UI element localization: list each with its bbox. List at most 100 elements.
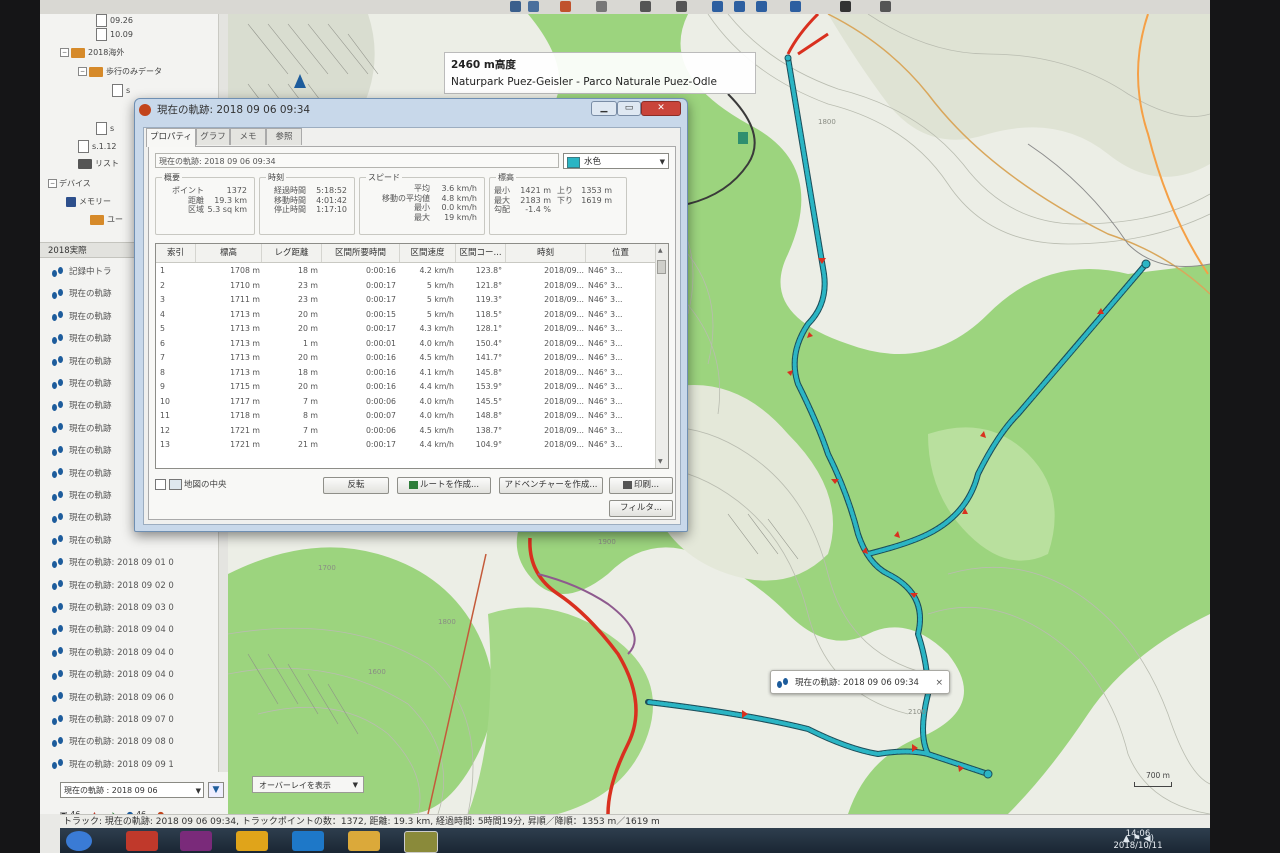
folder-icon[interactable] bbox=[348, 831, 380, 851]
clock[interactable]: 14:06 2018/10/11 bbox=[1108, 828, 1168, 852]
track-endpoint[interactable] bbox=[1141, 259, 1151, 269]
tree-item[interactable]: リスト bbox=[78, 158, 119, 172]
track-list-item[interactable]: 現在の軌跡: 2018 09 03 0 bbox=[52, 598, 174, 618]
track-list-item[interactable]: 現在の軌跡 bbox=[52, 284, 112, 304]
toolbar-tool-icon[interactable] bbox=[528, 1, 539, 12]
track-list-item[interactable]: 現在の軌跡 bbox=[52, 508, 112, 528]
column-header[interactable]: 時刻 bbox=[506, 244, 586, 262]
table-row[interactable]: 2 1710 m 23 m 0:00:17 5 km/h 121.8° 2018/09...… bbox=[156, 279, 656, 294]
tree-folder[interactable]: −2018海外 bbox=[60, 47, 124, 61]
tree-folder[interactable]: − 歩行のみデータ bbox=[78, 66, 162, 80]
column-header[interactable]: 標高 bbox=[196, 244, 262, 262]
table-row[interactable]: 7 1713 m 20 m 0:00:16 4.5 km/h 141.7° 2018/09.… bbox=[156, 351, 656, 366]
table-row[interactable]: 4 1713 m 20 m 0:00:15 5 km/h 118.5° 2018/09...… bbox=[156, 308, 656, 323]
toolbar-tool-icon[interactable] bbox=[880, 1, 891, 12]
toolbar-tool-icon[interactable] bbox=[840, 1, 851, 12]
track-list-item[interactable]: 現在の軌跡: 2018 09 08 0 bbox=[52, 732, 174, 752]
table-row[interactable]: 1 1708 m 18 m 0:00:16 4.2 km/h 123.8° 2018/09.… bbox=[156, 264, 656, 279]
track-list-item[interactable]: 記録中トラ bbox=[52, 262, 112, 282]
track-list-item[interactable]: 現在の軌跡 bbox=[52, 352, 112, 372]
toolbar-tool-icon[interactable] bbox=[510, 1, 521, 12]
tree-folder[interactable]: ユー bbox=[90, 214, 123, 228]
toolbar-tool-icon[interactable] bbox=[560, 1, 571, 12]
track-list-item[interactable]: 現在の軌跡 bbox=[52, 441, 112, 461]
tab-properties[interactable]: プロパティ bbox=[146, 128, 196, 147]
start-button-icon[interactable] bbox=[66, 831, 92, 851]
tree-item[interactable]: s bbox=[96, 122, 114, 136]
close-button[interactable]: ✕ bbox=[641, 101, 681, 116]
table-row[interactable]: 9 1715 m 20 m 0:00:16 4.4 km/h 153.9° 2018/09.… bbox=[156, 380, 656, 395]
print-button[interactable]: 印刷... bbox=[609, 477, 673, 494]
tree-item[interactable]: 10.09 bbox=[96, 28, 133, 42]
browser-icon[interactable] bbox=[292, 831, 324, 851]
column-header[interactable]: レグ距離 bbox=[262, 244, 322, 262]
collapse-icon[interactable]: − bbox=[48, 179, 57, 188]
tree-device[interactable]: メモリー bbox=[66, 196, 111, 210]
track-name-field[interactable]: 現在の軌跡: 2018 09 06 09:34 bbox=[155, 153, 559, 168]
track-list-item[interactable]: 現在の軌跡: 2018 09 06 0 bbox=[52, 688, 174, 708]
track-list-item[interactable]: 現在の軌跡 bbox=[52, 531, 112, 551]
column-header[interactable]: 区間コー... bbox=[456, 244, 506, 262]
reverse-button[interactable]: 反転 bbox=[323, 477, 389, 494]
column-header[interactable]: 区間速度 bbox=[400, 244, 456, 262]
collapse-icon[interactable]: − bbox=[60, 48, 69, 57]
track-list-item[interactable]: 現在の軌跡: 2018 09 07 0 bbox=[52, 710, 174, 730]
maximize-button[interactable]: ▭ bbox=[617, 101, 641, 116]
toolbar-tool-icon[interactable] bbox=[734, 1, 745, 12]
track-list-item[interactable]: 現在の軌跡: 2018 09 04 0 bbox=[52, 643, 174, 663]
track-list-item[interactable]: 現在の軌跡: 2018 09 04 0 bbox=[52, 620, 174, 640]
filter-button[interactable]: ▼ bbox=[208, 782, 224, 798]
tree-item[interactable]: s.1.12 bbox=[78, 140, 117, 154]
table-row[interactable]: 13 1721 m 21 m 0:00:17 4.4 km/h 104.9° 2018/09… bbox=[156, 438, 656, 453]
table-row[interactable]: 8 1713 m 18 m 0:00:16 4.1 km/h 145.8° 2018/09.… bbox=[156, 366, 656, 381]
filter-button[interactable]: フィルタ... bbox=[609, 500, 673, 517]
poi-marker-icon[interactable] bbox=[738, 132, 748, 144]
toolbar-tool-icon[interactable] bbox=[676, 1, 687, 12]
track-color-select[interactable]: 水色 ▼ bbox=[563, 153, 669, 169]
tree-item[interactable]: s bbox=[112, 84, 130, 98]
show-overlay-button[interactable]: オーバーレイを表示 ▼ bbox=[252, 776, 364, 793]
toolbar-tool-icon[interactable] bbox=[790, 1, 801, 12]
tree-section-devices[interactable]: − デバイス bbox=[48, 178, 91, 192]
column-header[interactable]: 索引 bbox=[156, 244, 196, 262]
table-row[interactable]: 10 1717 m 7 m 0:00:06 4.0 km/h 145.5° 2018/09.… bbox=[156, 395, 656, 410]
track-list-item[interactable]: 現在の軌跡 bbox=[52, 329, 112, 349]
track-list-item[interactable]: 現在の軌跡 bbox=[52, 307, 112, 327]
track-list-item[interactable]: 現在の軌跡: 2018 09 09 1 bbox=[52, 755, 174, 775]
track-list-item[interactable]: 現在の軌跡 bbox=[52, 486, 112, 506]
track-endpoint[interactable] bbox=[784, 54, 792, 62]
checkbox[interactable] bbox=[155, 479, 166, 490]
table-row[interactable]: 6 1713 m 1 m 0:00:01 4.0 km/h 150.4° 2018/09..… bbox=[156, 337, 656, 352]
table-row[interactable]: 11 1718 m 8 m 0:00:07 4.0 km/h 148.8° 2018/09.… bbox=[156, 409, 656, 424]
table-scrollbar[interactable]: ▲ ▼ bbox=[655, 244, 668, 468]
create-adventure-button[interactable]: アドベンチャーを作成... bbox=[499, 477, 603, 494]
column-header[interactable]: 区間所要時間 bbox=[322, 244, 400, 262]
track-list-item[interactable]: 現在の軌跡 bbox=[52, 374, 112, 394]
table-row[interactable]: 12 1721 m 7 m 0:00:06 4.5 km/h 138.7° 2018/09.… bbox=[156, 424, 656, 439]
track-list-item[interactable]: 現在の軌跡 bbox=[52, 419, 112, 439]
track-info-popup[interactable]: 現在の軌跡: 2018 09 06 09:34 × bbox=[770, 670, 950, 694]
basecamp-icon[interactable] bbox=[404, 831, 438, 853]
tab-reference[interactable]: 参照 bbox=[266, 128, 302, 145]
create-route-button[interactable]: ルートを作成... bbox=[397, 477, 491, 494]
media-player-icon[interactable] bbox=[126, 831, 158, 851]
trackpoint-table[interactable]: 索引 標高 レグ距離 区間所要時間 区間速度 区間コー... 時刻 位置 1 17… bbox=[155, 243, 669, 469]
scroll-up-icon[interactable]: ▲ bbox=[658, 247, 663, 254]
table-row[interactable]: 3 1711 m 23 m 0:00:17 5 km/h 119.3° 2018/09...… bbox=[156, 293, 656, 308]
tree-item[interactable]: 09.26 bbox=[96, 14, 133, 28]
track-select[interactable]: 現在の軌跡 : 2018 09 06 ▼ bbox=[60, 782, 204, 798]
track-list-item[interactable]: 現在の軌跡 bbox=[52, 396, 112, 416]
toolbar-tool-icon[interactable] bbox=[756, 1, 767, 12]
track-endpoint[interactable] bbox=[983, 769, 993, 779]
toolbar-tool-icon[interactable] bbox=[596, 1, 607, 12]
scroll-down-icon[interactable]: ▼ bbox=[658, 458, 663, 465]
collapse-icon[interactable]: − bbox=[78, 67, 87, 76]
track-list-item[interactable]: 現在の軌跡: 2018 09 04 0 bbox=[52, 665, 174, 685]
scroll-thumb[interactable] bbox=[657, 260, 666, 274]
tab-memo[interactable]: メモ bbox=[230, 128, 266, 145]
table-row[interactable]: 5 1713 m 20 m 0:00:17 4.3 km/h 128.1° 2018/09.… bbox=[156, 322, 656, 337]
minimize-button[interactable]: ▁ bbox=[591, 101, 617, 116]
toolbar-tool-icon[interactable] bbox=[640, 1, 651, 12]
center-on-map-checkbox[interactable]: 地図の中央 bbox=[155, 478, 227, 490]
toolbar-tool-icon[interactable] bbox=[712, 1, 723, 12]
